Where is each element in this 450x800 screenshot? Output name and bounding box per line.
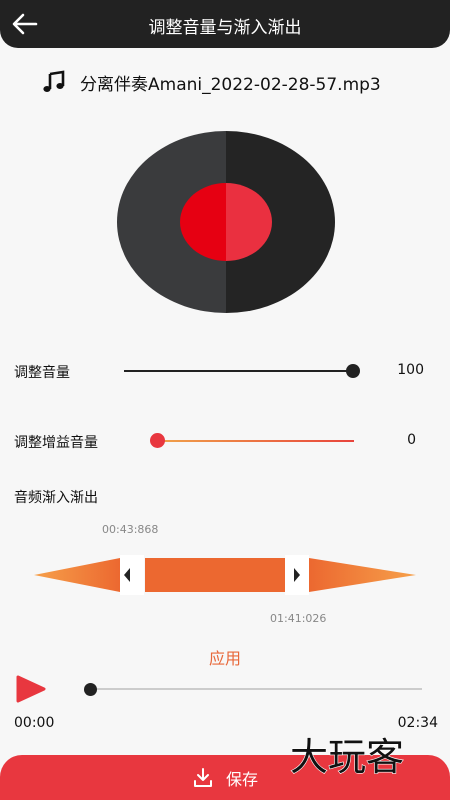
- save-label: 保存: [225, 769, 258, 789]
- music-note-icon: [43, 70, 65, 92]
- watermark-logo: 大玩客: [290, 734, 405, 779]
- vinyl-disc-icon: [117, 131, 335, 313]
- play-icon[interactable]: [14, 675, 46, 703]
- download-icon: [193, 767, 212, 787]
- volume-label: 调整音量: [14, 365, 70, 381]
- current-time: 00:00: [14, 715, 55, 731]
- gain-value: 0: [407, 432, 416, 448]
- fade-end-time: 01:41:026: [270, 612, 327, 625]
- seek-bar-thumb[interactable]: [84, 683, 97, 696]
- seek-bar-track[interactable]: [90, 688, 422, 690]
- gain-label: 调整增益音量: [14, 435, 98, 451]
- fade-label: 音频渐入渐出: [14, 490, 98, 506]
- fade-start-time: 00:43:868: [102, 523, 159, 536]
- file-name: 分离伴奏Amani_2022-02-28-57.mp3: [80, 74, 381, 95]
- page-title: 调整音量与渐入渐出: [148, 18, 302, 38]
- volume-slider-track[interactable]: [124, 370, 354, 372]
- file-info: 分离伴奏Amani_2022-02-28-57.mp3: [42, 68, 381, 96]
- volume-slider-thumb[interactable]: [346, 364, 360, 378]
- volume-value: 100: [397, 362, 424, 378]
- gain-slider-thumb[interactable]: [150, 433, 165, 448]
- fade-range-selector[interactable]: [34, 555, 418, 595]
- gain-slider-track[interactable]: [158, 440, 354, 442]
- app-header: 调整音量与渐入渐出: [0, 0, 450, 48]
- apply-button[interactable]: 应用: [0, 645, 450, 669]
- watermark-text: 大玩客: [290, 735, 404, 779]
